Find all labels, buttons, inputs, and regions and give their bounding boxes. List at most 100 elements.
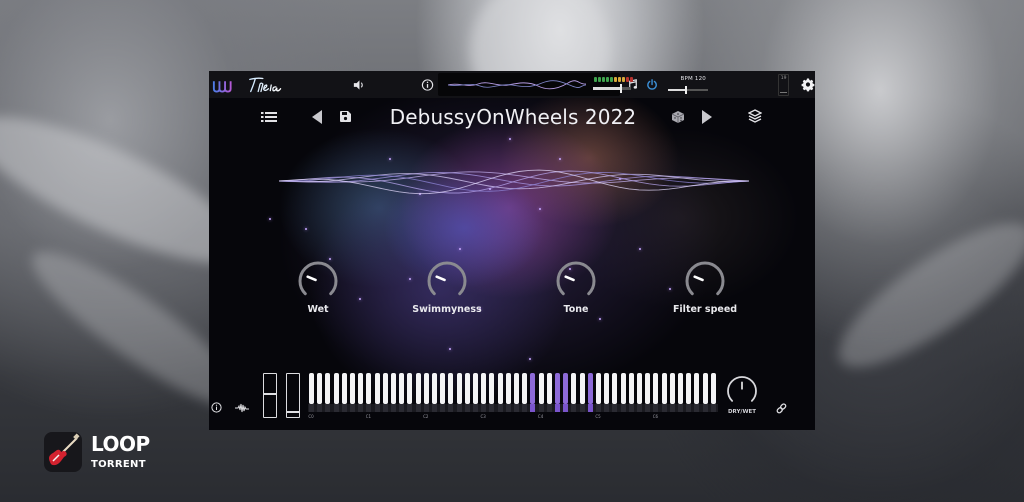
knob-dial[interactable] [553,258,599,304]
piano-key-lower[interactable] [350,404,355,412]
piano-key[interactable] [333,373,339,404]
piano-key[interactable] [325,373,331,404]
piano-key-lower[interactable] [620,404,626,412]
piano-key-lower[interactable] [399,404,405,412]
piano-key[interactable] [473,373,478,404]
output-level-thumb[interactable] [620,84,623,93]
piano-key[interactable] [448,373,454,404]
piano-key[interactable] [620,373,626,404]
piano-key-lower[interactable] [678,404,683,412]
piano-key[interactable] [571,373,577,404]
piano-key[interactable] [661,373,667,404]
piano-key[interactable] [522,373,528,404]
preset-name[interactable]: DebussyOnWheels 2022 [377,105,649,129]
knob-wet[interactable]: Wet [283,258,353,315]
piano-key[interactable] [653,373,659,404]
piano-key[interactable] [702,373,708,404]
piano-key-lower[interactable] [661,404,667,412]
knob-dial[interactable] [424,258,470,304]
piano-key[interactable] [538,373,544,404]
piano-key[interactable] [399,373,405,404]
save-icon[interactable] [340,111,351,122]
piano-keyboard[interactable]: C0 C1 C2 C3 C4 C5 C6 [308,371,718,421]
piano-key[interactable] [309,373,314,404]
piano-key[interactable] [366,373,372,404]
piano-key-lower[interactable] [448,404,454,412]
piano-key[interactable] [374,373,380,404]
piano-key-lower[interactable] [317,404,323,412]
piano-key[interactable] [678,373,683,404]
piano-key-lower[interactable] [407,404,413,412]
piano-key[interactable] [587,373,593,404]
settings-gear-icon[interactable] [801,77,815,92]
piano-key-lower[interactable] [505,404,511,412]
piano-key[interactable] [669,373,675,404]
piano-key-lower[interactable] [571,404,577,412]
piano-key-lower[interactable] [497,404,503,412]
piano-key[interactable] [497,373,503,404]
piano-key-lower[interactable] [464,404,470,412]
piano-key-lower[interactable] [382,404,388,412]
volume-icon[interactable] [352,78,365,92]
knob-dial[interactable] [295,258,341,304]
piano-key-lower[interactable] [333,404,339,412]
piano-key[interactable] [637,373,642,404]
piano-key-lower[interactable] [481,404,487,412]
piano-key[interactable] [645,373,651,404]
piano-key[interactable] [358,373,364,404]
piano-key-lower[interactable] [440,404,446,412]
knob-tone[interactable]: Tone [541,258,611,315]
piano-key[interactable] [628,373,634,404]
info-icon[interactable] [421,78,434,92]
waveform-logo-icon[interactable] [212,75,233,95]
fader-1[interactable] [263,373,277,418]
piano-key[interactable] [505,373,511,404]
piano-key[interactable] [710,373,716,404]
piano-key-lower[interactable] [514,404,519,412]
piano-key-lower[interactable] [686,404,692,412]
piano-key[interactable] [686,373,692,404]
piano-key-lower[interactable] [710,404,716,412]
piano-key-lower[interactable] [694,404,700,412]
piano-key-lower[interactable] [604,404,610,412]
piano-key[interactable] [604,373,610,404]
piano-key[interactable] [423,373,429,404]
piano-key[interactable] [489,373,495,404]
piano-key[interactable] [514,373,519,404]
piano-key[interactable] [407,373,413,404]
randomize-dice-icon[interactable] [671,110,685,124]
piano-key-lower[interactable] [628,404,634,412]
piano-key-lower[interactable] [432,404,437,412]
piano-key[interactable] [530,373,536,404]
piano-key-lower[interactable] [530,404,536,412]
next-preset-icon[interactable] [701,109,713,125]
piano-key-lower[interactable] [579,404,585,412]
piano-key[interactable] [546,373,552,404]
piano-key-lower[interactable] [587,404,593,412]
piano-key-lower[interactable] [612,404,618,412]
piano-key-lower[interactable] [637,404,642,412]
piano-key-lower[interactable] [341,404,347,412]
piano-key[interactable] [382,373,388,404]
piano-key-lower[interactable] [522,404,528,412]
piano-key-lower[interactable] [309,404,314,412]
piano-key-lower[interactable] [325,404,331,412]
piano-key-lower[interactable] [596,404,601,412]
piano-key-lower[interactable] [489,404,495,412]
piano-key-lower[interactable] [669,404,675,412]
power-icon[interactable] [646,78,658,91]
link-icon[interactable] [776,403,787,414]
piano-key[interactable] [612,373,618,404]
layers-icon[interactable] [748,109,762,124]
preset-list-icon[interactable] [261,111,277,123]
info-icon[interactable] [211,402,222,413]
bpm-slider[interactable] [668,85,709,94]
piano-key[interactable] [415,373,421,404]
piano-key-lower[interactable] [473,404,478,412]
piano-key-lower[interactable] [391,404,396,412]
fader-handle[interactable] [287,411,299,413]
previous-preset-icon[interactable] [311,109,323,125]
piano-key[interactable] [694,373,700,404]
piano-key-lower[interactable] [555,404,560,412]
piano-key-lower[interactable] [702,404,708,412]
